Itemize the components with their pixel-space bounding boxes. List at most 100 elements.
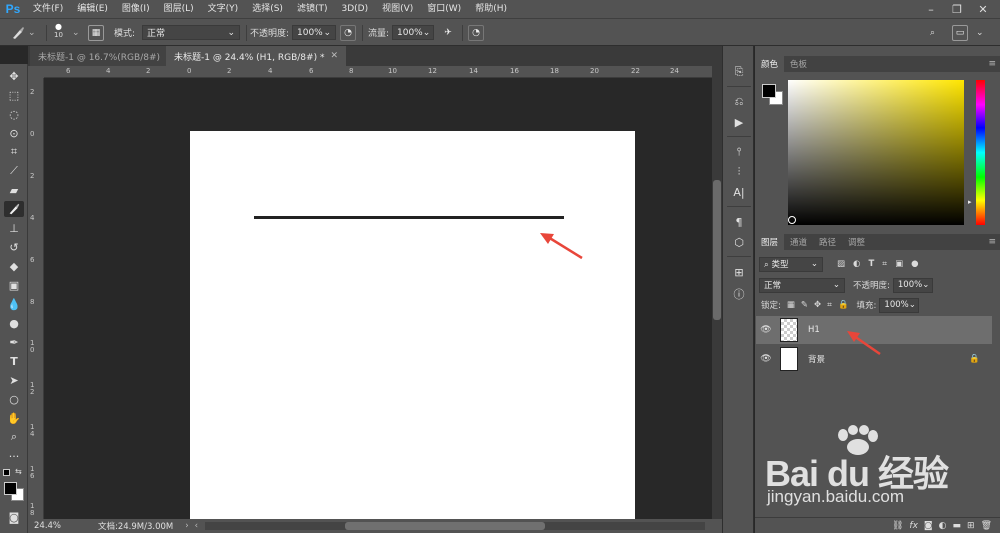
menu-layer[interactable]: 图层(L) xyxy=(157,0,201,18)
trash-icon[interactable]: 🗑 xyxy=(981,521,992,531)
layer-name[interactable]: 背景 xyxy=(808,353,825,365)
eye-icon[interactable]: 👁 xyxy=(756,325,776,335)
add-mask-icon[interactable]: ◙ xyxy=(924,521,933,531)
filter-toggle-icon[interactable]: ● xyxy=(911,259,918,269)
ellipse-tool-icon[interactable]: ○ xyxy=(4,391,24,407)
tab-channels[interactable]: 通道 xyxy=(784,234,813,250)
zoom-level[interactable]: 24.4% xyxy=(34,521,84,531)
menu-type[interactable]: 文字(Y) xyxy=(201,0,246,18)
tab-adjustments[interactable]: 调整 xyxy=(842,234,871,250)
layer-opacity-field[interactable]: 100% ⌄ xyxy=(892,277,933,293)
tab-paths[interactable]: 路径 xyxy=(813,234,842,250)
flow-field[interactable]: 100% ⌄ xyxy=(392,24,434,41)
quick-select-tool-icon[interactable]: ⊙ xyxy=(4,125,24,141)
healing-brush-tool-icon[interactable]: ▰ xyxy=(4,182,24,198)
lock-position-icon[interactable]: ✥ xyxy=(814,300,821,310)
menu-edit[interactable]: 编辑(E) xyxy=(70,0,115,18)
lock-artboard-icon[interactable]: ⌗ xyxy=(827,300,832,310)
history-brush-tool-icon[interactable]: ↺ xyxy=(4,239,24,255)
vertical-scroll-thumb[interactable] xyxy=(713,180,721,320)
brush-presets-icon[interactable]: ⫯ xyxy=(729,144,749,160)
tab-layers[interactable]: 图层 xyxy=(755,234,785,250)
menu-select[interactable]: 选择(S) xyxy=(245,0,290,18)
eye-icon[interactable]: 👁 xyxy=(756,354,776,364)
properties-panel-icon[interactable]: ⊞ xyxy=(729,264,749,280)
close-icon[interactable]: ✕ xyxy=(972,0,994,18)
brush-tool-icon[interactable]: ⌄ xyxy=(10,24,36,41)
gradient-tool-icon[interactable]: ▣ xyxy=(4,277,24,293)
quick-mask-icon[interactable]: ◙ xyxy=(4,509,24,525)
brush-panel-toggle-icon[interactable]: ▦ xyxy=(88,24,104,41)
lock-all-icon[interactable]: 🔒 xyxy=(838,300,849,310)
menu-filter[interactable]: 滤镜(T) xyxy=(290,0,335,18)
default-colors-icon[interactable] xyxy=(3,469,10,476)
pressure-opacity-icon[interactable]: ◔ xyxy=(340,24,356,41)
opacity-field[interactable]: 100% ⌄ xyxy=(292,24,336,41)
status-menu-icon[interactable]: › xyxy=(185,521,188,531)
lock-transparent-icon[interactable]: ▦ xyxy=(787,300,795,310)
dodge-tool-icon[interactable]: ● xyxy=(4,315,24,331)
fx-icon[interactable]: fx xyxy=(909,521,918,531)
eraser-tool-icon[interactable]: ◆ xyxy=(4,258,24,274)
menu-help[interactable]: 帮助(H) xyxy=(468,0,514,18)
menu-3d[interactable]: 3D(D) xyxy=(334,0,375,18)
menu-window[interactable]: 窗口(W) xyxy=(420,0,468,18)
smart-object-filter-icon[interactable]: ▣ xyxy=(895,259,903,269)
paragraph-panel-icon[interactable]: ¶ xyxy=(729,214,749,230)
menu-view[interactable]: 视图(V) xyxy=(375,0,420,18)
panel-menu-icon[interactable]: ≡ xyxy=(988,59,996,69)
pixel-filter-icon[interactable]: ▨ xyxy=(837,259,845,269)
hue-slider-handle[interactable]: ▸ xyxy=(968,198,972,206)
stamp-tool-icon[interactable]: ⊥ xyxy=(4,220,24,236)
lasso-tool-icon[interactable]: ◌ xyxy=(4,106,24,122)
hue-slider[interactable] xyxy=(976,80,985,225)
mode-select[interactable]: 正常 ⌄ xyxy=(142,24,240,41)
restore-icon[interactable]: ❐ xyxy=(946,0,968,18)
crop-tool-icon[interactable]: ⌗ xyxy=(4,144,24,160)
minimize-icon[interactable]: – xyxy=(920,0,942,18)
tab-swatches[interactable]: 色板 xyxy=(784,56,813,72)
new-group-icon[interactable]: ▬ xyxy=(953,521,962,531)
swap-colors-icon[interactable]: ⇆ xyxy=(15,467,22,476)
character-panel-icon[interactable]: A| xyxy=(729,184,749,200)
more-tools-icon[interactable]: ··· xyxy=(4,448,24,464)
panel-menu-icon[interactable]: ≡ xyxy=(988,237,996,247)
document-canvas[interactable] xyxy=(190,131,635,519)
layer-name[interactable]: H1 xyxy=(808,325,820,335)
shape-filter-icon[interactable]: ⌗ xyxy=(882,259,887,269)
layer-filter-select[interactable]: ⌕ 类型 ⌄ xyxy=(759,256,823,272)
scroll-left-icon[interactable]: ‹ xyxy=(195,521,198,531)
color-picker-cursor[interactable] xyxy=(788,216,796,224)
pen-tool-icon[interactable]: ✒ xyxy=(4,334,24,350)
horizontal-scroll-thumb[interactable] xyxy=(345,522,545,530)
brush-tool-icon[interactable] xyxy=(4,201,24,217)
pressure-size-icon[interactable]: ◔ xyxy=(468,24,484,41)
tab-color[interactable]: 颜色 xyxy=(755,56,785,72)
tab-document-2[interactable]: 未标题-1 @ 24.4% (H1, RGB/8#) * ✕ xyxy=(166,46,346,66)
hand-tool-icon[interactable]: ✋ xyxy=(4,410,24,426)
tab-document-1[interactable]: 未标题-1 @ 16.7%(RGB/8#) ✕ xyxy=(30,46,182,66)
actions-panel-icon[interactable]: ⎌ xyxy=(729,94,749,110)
foreground-color-swatch[interactable] xyxy=(4,482,17,495)
type-tool-icon[interactable]: T xyxy=(4,353,24,369)
type-filter-icon[interactable]: T xyxy=(868,259,874,269)
eyedropper-tool-icon[interactable]: ⟋ xyxy=(4,163,24,179)
close-icon[interactable]: ✕ xyxy=(330,51,338,61)
zoom-tool-icon[interactable]: ⌕ xyxy=(4,429,24,445)
blur-tool-icon[interactable]: 💧 xyxy=(4,296,24,312)
workspace-icon[interactable]: ▭ xyxy=(952,24,968,41)
adjustment-layer-icon[interactable]: ◐ xyxy=(939,521,947,531)
3d-panel-icon[interactable]: ⬡ xyxy=(729,234,749,250)
search-icon[interactable]: ⌕ xyxy=(930,24,935,41)
airbrush-icon[interactable]: ✈ xyxy=(440,24,456,41)
menu-file[interactable]: 文件(F) xyxy=(26,0,70,18)
brush-size-picker[interactable]: ● 10 xyxy=(54,22,63,39)
path-select-tool-icon[interactable]: ➤ xyxy=(4,372,24,388)
brush-settings-icon[interactable]: ⫶ xyxy=(729,164,749,180)
new-layer-icon[interactable]: ⊞ xyxy=(967,521,975,531)
layer-row-background[interactable]: 👁 背景 🔒 xyxy=(756,345,992,373)
blend-mode-select[interactable]: 正常 ⌄ xyxy=(759,277,845,293)
adjustment-filter-icon[interactable]: ◐ xyxy=(853,259,860,269)
chevron-down-icon[interactable]: ⌄ xyxy=(976,24,984,41)
link-layers-icon[interactable]: ⛓ xyxy=(892,521,903,531)
